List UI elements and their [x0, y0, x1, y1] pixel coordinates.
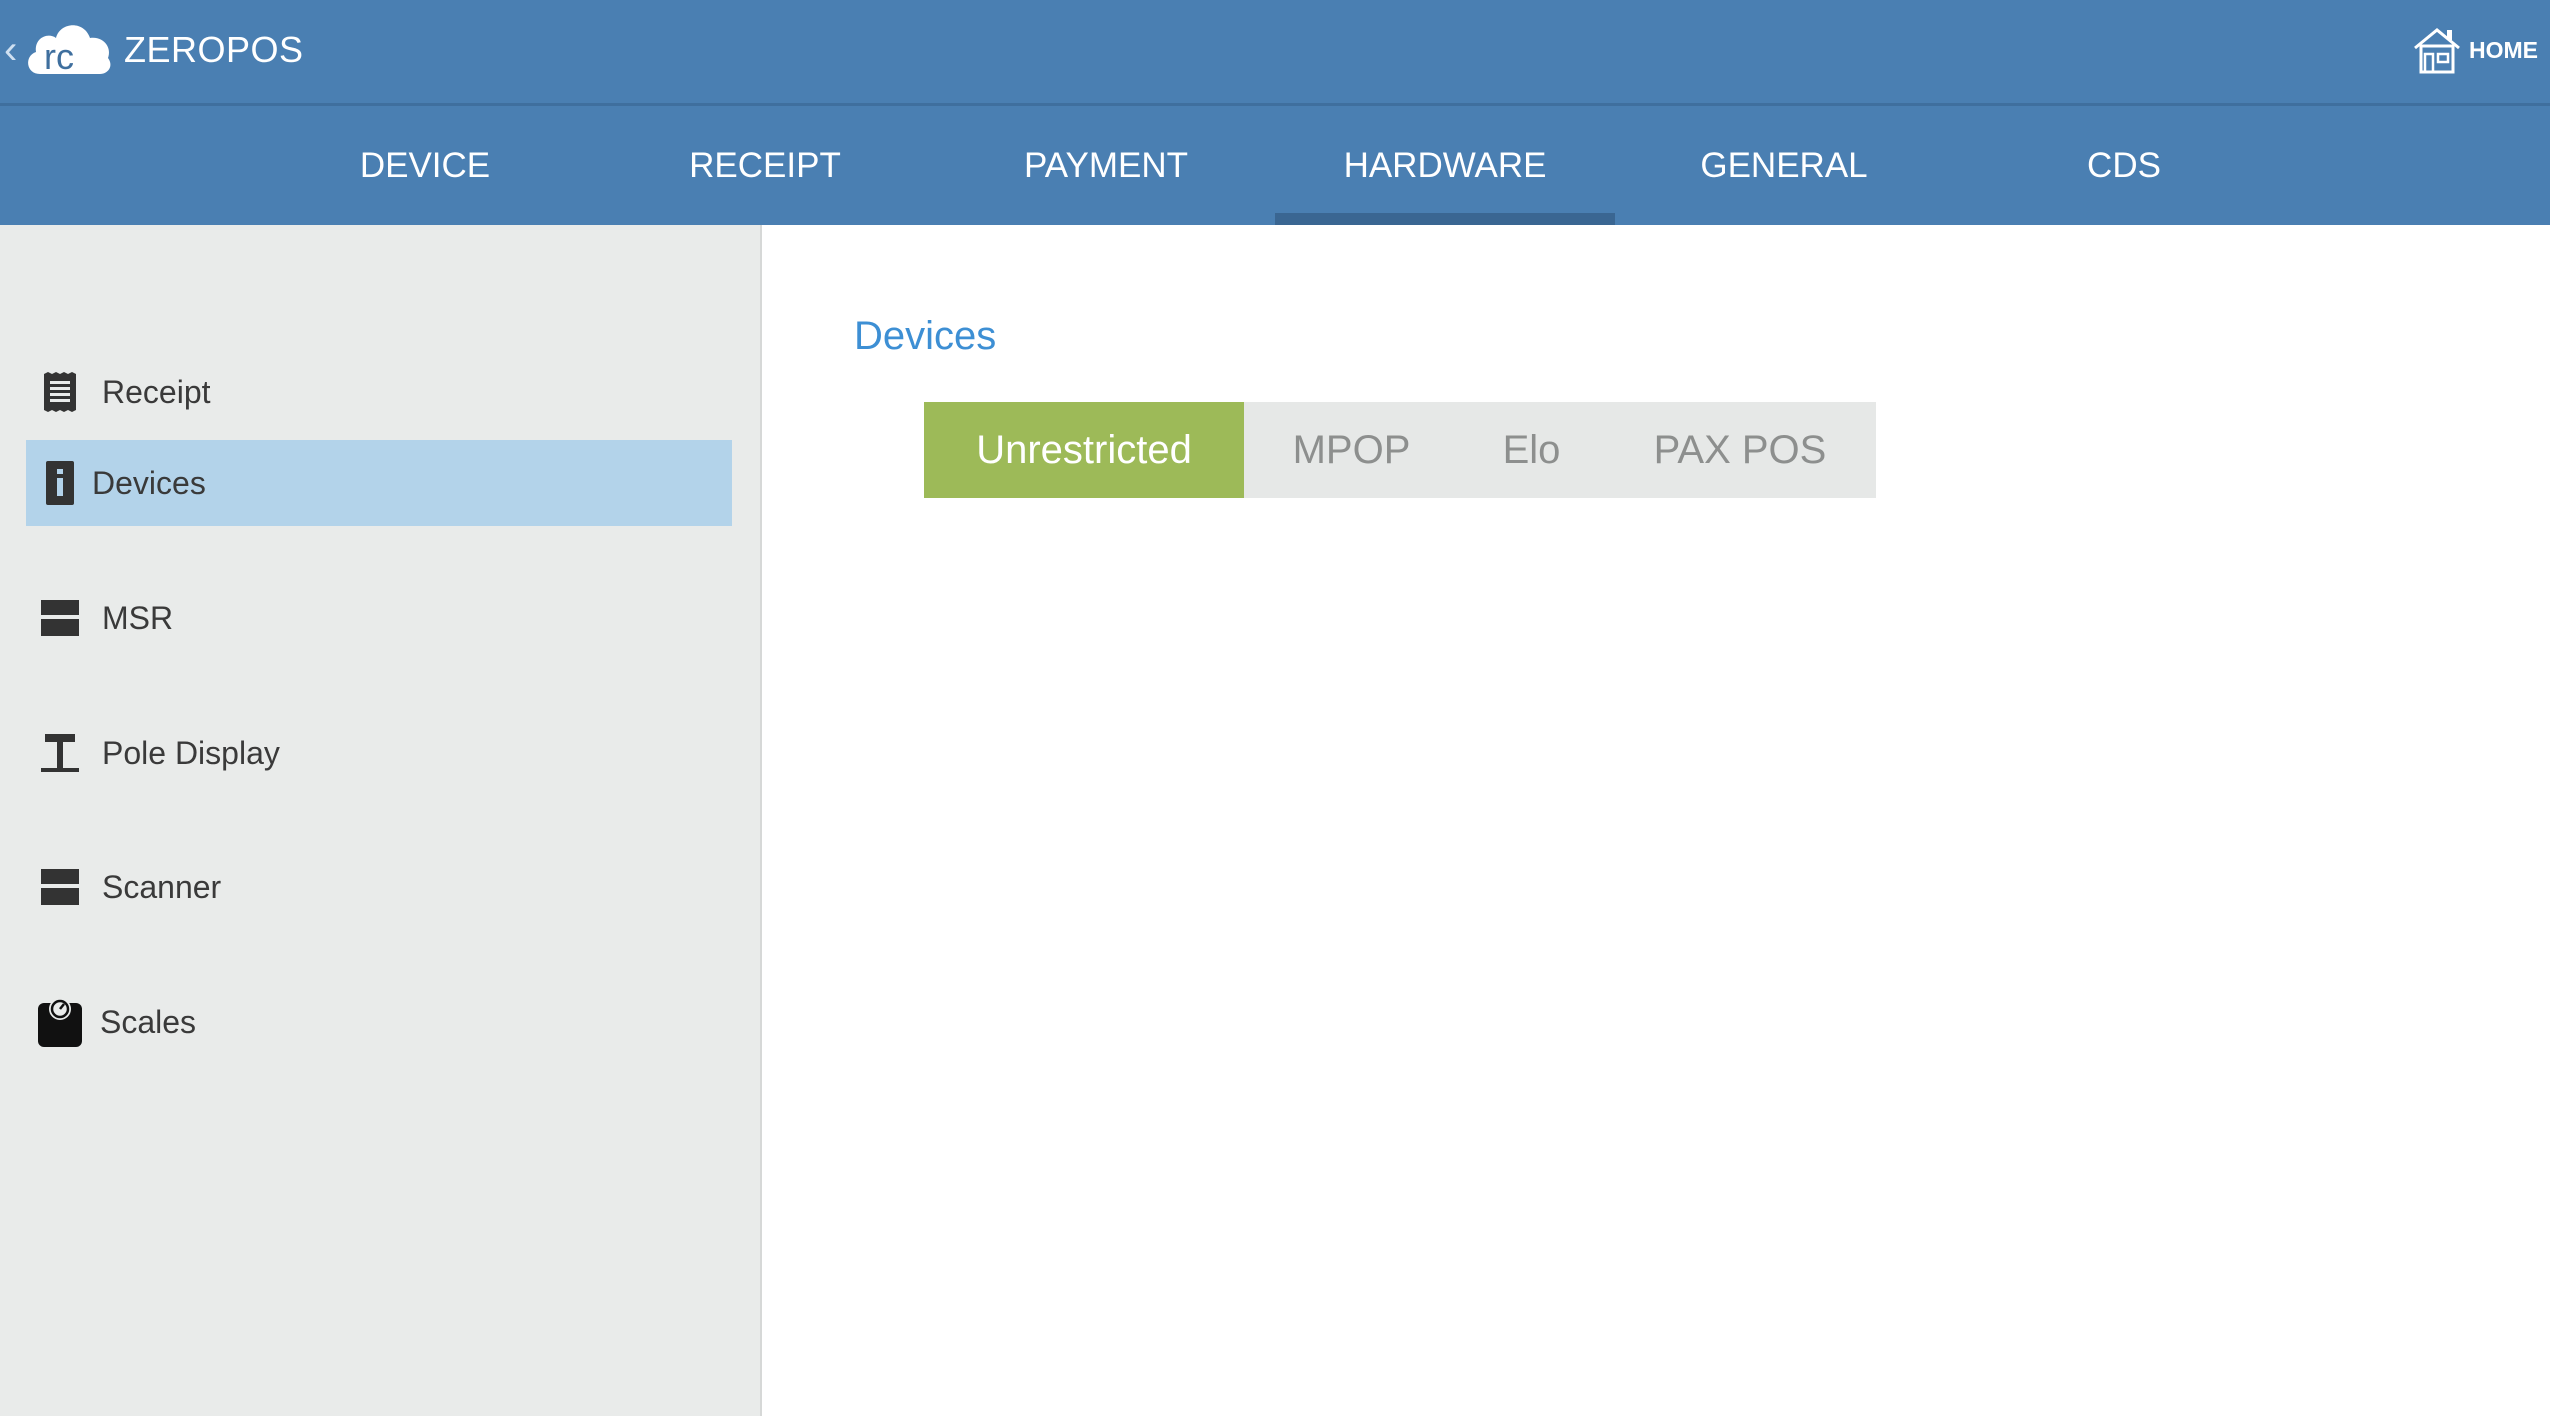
msr-icon — [40, 597, 80, 639]
logo-text: rc — [44, 36, 74, 77]
sidebar-item-receipt[interactable]: Receipt — [26, 349, 732, 435]
sidebar-item-label: Receipt — [102, 373, 211, 410]
sidebar-item-msr[interactable]: MSR — [26, 575, 732, 661]
app-logo-icon[interactable]: rc — [22, 12, 114, 80]
home-button[interactable]: HOME — [2411, 22, 2538, 78]
sidebar-item-label: Scales — [100, 1003, 197, 1040]
sidebar-item-scanner[interactable]: Scanner — [26, 844, 732, 930]
back-chevron-icon[interactable]: ‹ — [4, 30, 17, 70]
app-title: ZEROPOS — [124, 29, 304, 70]
device-type-unrestricted[interactable]: Unrestricted — [924, 402, 1244, 498]
sidebar-item-label: Devices — [92, 464, 206, 501]
home-icon — [2414, 28, 2460, 74]
settings-tab-bar: DEVICE RECEIPT PAYMENT HARDWARE GENERAL … — [0, 106, 2550, 225]
device-type-pax-pos[interactable]: PAX POS — [1604, 402, 1876, 498]
tab-cds[interactable]: CDS — [1954, 106, 2294, 225]
device-type-selector: Unrestricted MPOP Elo PAX POS — [924, 402, 1876, 498]
pole-display-icon — [40, 732, 80, 774]
tab-receipt[interactable]: RECEIPT — [595, 106, 935, 225]
scanner-icon — [40, 866, 80, 908]
scales-icon — [38, 997, 82, 1047]
device-type-mpop[interactable]: MPOP — [1244, 402, 1459, 498]
tab-hardware[interactable]: HARDWARE — [1275, 106, 1615, 225]
tab-general[interactable]: GENERAL — [1614, 106, 1954, 225]
home-label: HOME — [2469, 36, 2538, 63]
sidebar-item-label: MSR — [102, 599, 174, 636]
section-title: Devices — [854, 314, 997, 358]
receipt-icon — [40, 371, 80, 413]
sidebar-item-scales[interactable]: Scales — [26, 979, 732, 1065]
sidebar-item-label: Pole Display — [102, 734, 280, 771]
sidebar-item-pole-display[interactable]: Pole Display — [26, 710, 732, 796]
tab-device[interactable]: DEVICE — [255, 106, 595, 225]
hardware-sidebar: Receipt Devices MSR Pole Display Scanner… — [0, 225, 762, 1416]
sidebar-item-label: Scanner — [102, 868, 222, 905]
device-type-elo[interactable]: Elo — [1459, 402, 1604, 498]
app-bar: ‹ rc ZEROPOS HOME — [0, 0, 2550, 106]
device-info-icon — [44, 461, 76, 505]
tab-payment[interactable]: PAYMENT — [936, 106, 1276, 225]
sidebar-item-devices[interactable]: Devices — [26, 440, 732, 526]
